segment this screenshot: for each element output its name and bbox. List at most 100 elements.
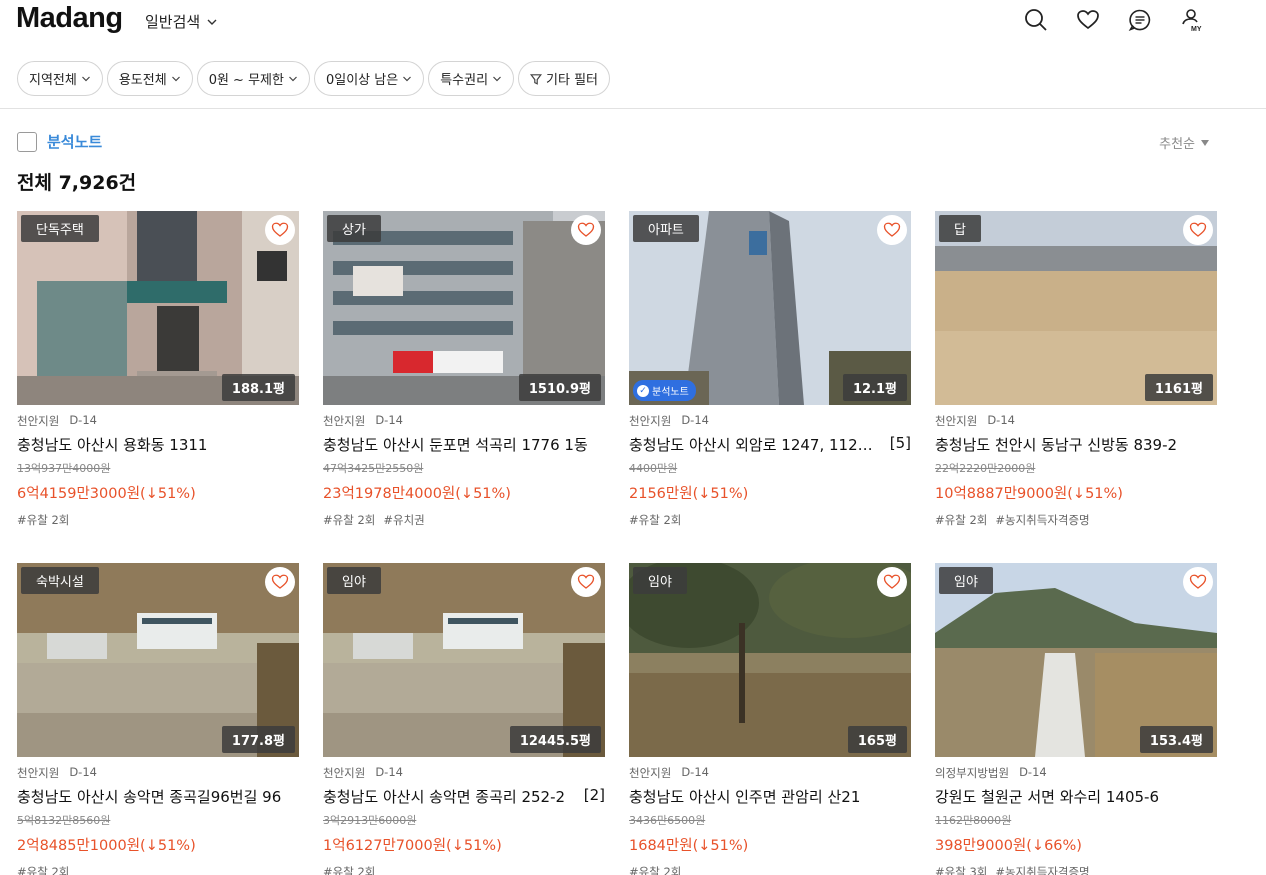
chevron-down-icon bbox=[207, 19, 217, 25]
current-price: 1억6127만7000원(↓51%) bbox=[323, 838, 502, 854]
listing-photo[interactable]: 상가 1510.9평 bbox=[323, 211, 605, 405]
favorite-heart-icon[interactable] bbox=[1183, 215, 1213, 245]
analysis-note-badge: ✓ 분석노트 bbox=[633, 380, 696, 401]
chevron-down-icon bbox=[171, 76, 180, 81]
tag: #농지취득자격증명 bbox=[995, 865, 1090, 875]
favorite-heart-icon[interactable] bbox=[877, 215, 907, 245]
search-mode-label: 일반검색 bbox=[145, 13, 201, 31]
listing-card[interactable]: 숙박시설 177.8평 천안지원 D-14 충청남도 아산시 송악면 종곡길96번… bbox=[17, 563, 299, 875]
listing-photo[interactable]: 임야 153.4평 bbox=[935, 563, 1217, 757]
tag: #유찰 2회 bbox=[629, 513, 682, 527]
analysis-note-label[interactable]: 분석노트 bbox=[47, 131, 102, 152]
total-count: 전체 7,926건 bbox=[17, 172, 137, 194]
analysis-note-checkbox[interactable] bbox=[17, 131, 37, 152]
original-price: 5억8132만8560원 bbox=[17, 814, 111, 827]
svg-text:MY: MY bbox=[1191, 26, 1202, 32]
caret-down-icon bbox=[1201, 139, 1209, 146]
property-type-badge: 임야 bbox=[939, 567, 993, 594]
area-badge: 153.4평 bbox=[1139, 726, 1213, 753]
chevron-down-icon bbox=[403, 76, 412, 81]
filter-bar: 지역전체 용도전체 0원 ~ 무제한 0일이상 남은 특수권리 기타 필터 bbox=[17, 61, 611, 96]
area-badge: 1161평 bbox=[1144, 374, 1213, 401]
court-name: 의정부지방법원 bbox=[935, 766, 1010, 780]
tag: #유찰 2회 bbox=[629, 865, 682, 875]
court-name: 천안지원 bbox=[323, 414, 366, 428]
listing-address[interactable]: 강원도 철원군 서면 와수리 1405-6 bbox=[935, 786, 1217, 807]
court-name: 천안지원 bbox=[629, 414, 672, 428]
listing-address[interactable]: 충청남도 천안시 동남구 신방동 839-2 bbox=[935, 434, 1217, 455]
favorite-heart-icon[interactable] bbox=[877, 567, 907, 597]
chat-icon[interactable] bbox=[1128, 8, 1152, 32]
listing-card[interactable]: 임야 12445.5평 천안지원 D-14 충청남도 아산시 송악면 종곡리 25… bbox=[323, 563, 605, 875]
court-name: 천안지원 bbox=[17, 414, 60, 428]
check-icon: ✓ bbox=[637, 384, 649, 397]
favorite-heart-icon[interactable] bbox=[265, 567, 295, 597]
property-type-badge: 숙박시설 bbox=[21, 567, 99, 594]
tag: #유찰 2회 bbox=[17, 865, 70, 875]
listing-address[interactable]: 충청남도 아산시 둔포면 석곡리 1776 1동 bbox=[323, 434, 605, 455]
search-icon[interactable] bbox=[1024, 8, 1048, 32]
listing-address[interactable]: 충청남도 아산시 송악면 종곡길96번길 96 bbox=[17, 786, 299, 807]
filter-special-rights[interactable]: 특수권리 bbox=[428, 61, 515, 96]
listing-card[interactable]: 임야 165평 천안지원 D-14 충청남도 아산시 인주면 관암리 산21 34… bbox=[629, 563, 911, 875]
original-price: 3436만6500원 bbox=[629, 814, 706, 827]
court-name: 천안지원 bbox=[629, 766, 672, 780]
d-day: D-14 bbox=[69, 765, 97, 779]
listing-card[interactable]: 답 1161평 천안지원 D-14 충청남도 천안시 동남구 신방동 839-2 … bbox=[935, 211, 1217, 543]
d-day: D-14 bbox=[375, 765, 403, 779]
area-badge: 177.8평 bbox=[221, 726, 295, 753]
chevron-down-icon bbox=[493, 76, 501, 81]
property-type-badge: 임야 bbox=[633, 567, 687, 594]
property-type-badge: 아파트 bbox=[633, 215, 699, 242]
filter-usage[interactable]: 용도전체 bbox=[106, 61, 193, 96]
filter-region[interactable]: 지역전체 bbox=[17, 61, 103, 96]
heart-icon[interactable] bbox=[1076, 8, 1100, 32]
listing-photo[interactable]: 답 1161평 bbox=[935, 211, 1217, 405]
listing-photo[interactable]: 단독주택 188.1평 bbox=[17, 211, 299, 405]
original-price: 47억3425만2550원 bbox=[323, 462, 424, 475]
address-count: [2] bbox=[583, 786, 605, 804]
listing-card[interactable]: 임야 153.4평 의정부지방법원 D-14 강원도 철원군 서면 와수리 140… bbox=[935, 563, 1217, 875]
listing-address[interactable]: 충청남도 아산시 외암로 1247, 112… [5] bbox=[629, 434, 911, 455]
listing-photo[interactable]: 숙박시설 177.8평 bbox=[17, 563, 299, 757]
d-day: D-14 bbox=[681, 765, 709, 779]
listing-card[interactable]: 상가 1510.9평 천안지원 D-14 충청남도 아산시 둔포면 석곡리 177… bbox=[323, 211, 605, 543]
d-day: D-14 bbox=[987, 413, 1015, 427]
area-badge: 188.1평 bbox=[221, 374, 295, 401]
property-type-badge: 임야 bbox=[327, 567, 381, 594]
listing-address[interactable]: 충청남도 아산시 인주면 관암리 산21 bbox=[629, 786, 911, 807]
original-price: 4400만원 bbox=[629, 462, 678, 475]
listing-photo[interactable]: 임야 165평 bbox=[629, 563, 911, 757]
listing-photo[interactable]: 아파트 ✓ 분석노트 12.1평 bbox=[629, 211, 911, 405]
listing-card[interactable]: 단독주택 188.1평 천안지원 D-14 충청남도 아산시 용화동 1311 1… bbox=[17, 211, 299, 543]
listing-address[interactable]: 충청남도 아산시 용화동 1311 bbox=[17, 434, 299, 455]
current-price: 2억8485만1000원(↓51%) bbox=[17, 838, 196, 854]
area-badge: 1510.9평 bbox=[518, 374, 601, 401]
court-name: 천안지원 bbox=[935, 414, 978, 428]
top-header: Madang 일반검색 MY bbox=[0, 0, 1266, 48]
favorite-heart-icon[interactable] bbox=[571, 567, 601, 597]
favorite-heart-icon[interactable] bbox=[1183, 567, 1213, 597]
logo[interactable]: Madang bbox=[16, 2, 123, 35]
search-mode-dropdown[interactable]: 일반검색 bbox=[145, 11, 218, 32]
listing-card[interactable]: 아파트 ✓ 분석노트 12.1평 천안지원 D-14 충청남도 아산시 외암로 12… bbox=[629, 211, 911, 543]
d-day: D-14 bbox=[681, 413, 709, 427]
area-badge: 12445.5평 bbox=[509, 726, 601, 753]
area-badge: 165평 bbox=[847, 726, 907, 753]
current-price: 2156만원(↓51%) bbox=[629, 486, 749, 502]
listing-address[interactable]: 충청남도 아산시 송악면 종곡리 252-2 [2] bbox=[323, 786, 605, 807]
my-user-icon[interactable]: MY bbox=[1180, 8, 1204, 32]
filter-days-left[interactable]: 0일이상 남은 bbox=[313, 61, 425, 96]
property-type-badge: 상가 bbox=[327, 215, 381, 242]
favorite-heart-icon[interactable] bbox=[265, 215, 295, 245]
tag: #유찰 2회 bbox=[935, 513, 988, 527]
listing-photo[interactable]: 임야 12445.5평 bbox=[323, 563, 605, 757]
filter-other[interactable]: 기타 필터 bbox=[518, 61, 611, 96]
tag: #유찰 2회 bbox=[323, 865, 376, 875]
sort-dropdown[interactable]: 추천순 bbox=[1159, 133, 1209, 152]
current-price: 398만9000원(↓66%) bbox=[935, 838, 1082, 854]
address-count: [5] bbox=[889, 434, 911, 452]
funnel-icon bbox=[530, 73, 543, 85]
favorite-heart-icon[interactable] bbox=[571, 215, 601, 245]
filter-price[interactable]: 0원 ~ 무제한 bbox=[196, 61, 310, 96]
